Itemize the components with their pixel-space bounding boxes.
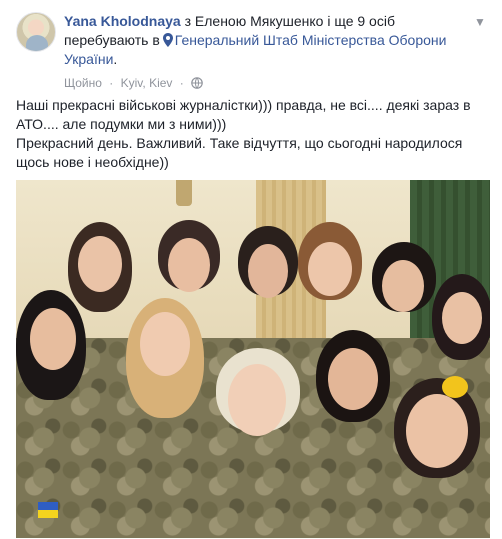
separator: · <box>109 76 114 90</box>
timestamp[interactable]: Щойно <box>64 76 102 90</box>
facebook-post: Yana Kholodnaya з Еленою Мякушенко і ще … <box>0 0 502 539</box>
location-pin-icon <box>162 33 173 47</box>
post-subline: Щойно · Kyiv, Kiev · <box>64 75 490 91</box>
location-suffix: . <box>113 51 118 67</box>
post-text: Наші прекрасні військові журналістки))) … <box>16 96 490 172</box>
separator-2: · <box>179 76 184 90</box>
person-face <box>382 260 424 312</box>
post-photo[interactable] <box>16 180 490 538</box>
post-meta: Yana Kholodnaya з Еленою Мякушенко і ще … <box>64 12 490 91</box>
avatar[interactable] <box>16 12 56 52</box>
tagged-people[interactable]: з Еленою Мякушенко і ще 9 осіб <box>185 13 395 29</box>
person-face <box>308 242 352 296</box>
person-face <box>406 394 468 468</box>
person-face <box>328 348 378 410</box>
location-prefix: перебувають в <box>64 32 160 48</box>
person-face <box>140 312 190 376</box>
ukraine-flag-patch <box>38 502 58 518</box>
yellow-flower-decor <box>442 376 468 398</box>
post-paragraph-2: Прекрасний день. Важливий. Таке відчуття… <box>16 135 463 170</box>
post-paragraph-1: Наші прекрасні військові журналістки))) … <box>16 97 471 132</box>
chevron-down-icon[interactable]: ▼ <box>470 16 490 28</box>
post-header: Yana Kholodnaya з Еленою Мякушенко і ще … <box>16 12 490 91</box>
location-line: перебувають в Генеральний Штаб Міністерст… <box>64 31 490 69</box>
person-face <box>442 292 482 344</box>
author-name[interactable]: Yana Kholodnaya <box>64 13 181 29</box>
globe-icon[interactable] <box>191 77 203 89</box>
person-face <box>78 236 122 292</box>
wall-lamp-decor <box>176 180 192 206</box>
person-face <box>168 238 210 292</box>
person-face <box>248 244 288 298</box>
place-name[interactable]: Kyiv, Kiev <box>121 76 173 90</box>
person-face <box>30 308 76 370</box>
person-face <box>228 364 286 436</box>
